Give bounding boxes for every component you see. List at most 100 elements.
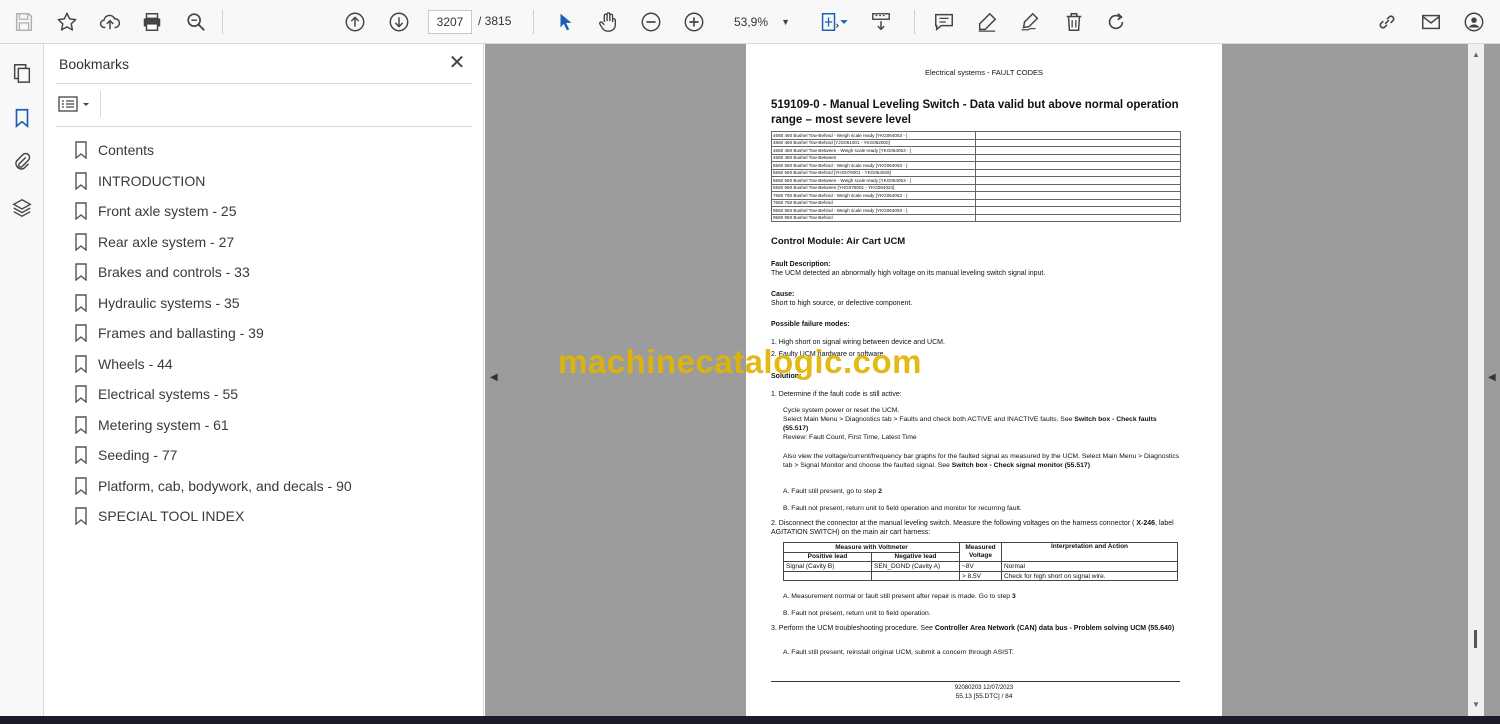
table-row: 4660 460 Bushel Tow-Behind [YJG051001 - … — [771, 138, 1181, 147]
delete-icon[interactable] — [1060, 8, 1088, 36]
solution-text: A. Fault still present, reinstall origin… — [783, 649, 1014, 656]
bookmark-options-button[interactable] — [58, 93, 94, 115]
table-cell: 4660 460 Bushel Tow-Between — [771, 153, 976, 162]
bookmark-icon — [75, 141, 87, 160]
print-icon[interactable] — [138, 8, 166, 36]
table-cell: 9560 950 Bushel Tow-Behind - Weigh scale… — [771, 206, 976, 215]
zoom-in-icon[interactable] — [680, 8, 708, 36]
bookmarks-panel-icon[interactable] — [8, 104, 36, 132]
scroll-mode-icon[interactable] — [867, 8, 895, 36]
previous-page-icon[interactable] — [341, 8, 369, 36]
hand-tool-icon[interactable] — [594, 8, 622, 36]
solution-step: 2. Disconnect the connector at the manua… — [771, 520, 1174, 536]
layers-icon[interactable] — [8, 194, 36, 222]
bookmark-item[interactable]: Metering system - 61 — [74, 410, 352, 441]
cause-label: Cause: — [771, 291, 795, 298]
redo-icon[interactable] — [1102, 8, 1130, 36]
table-cell — [975, 131, 1181, 140]
bookmark-icon — [75, 172, 87, 190]
fault-code-title: 519109-0 - Manual Leveling Switch - Data… — [771, 99, 1179, 126]
scrollbar-thumb[interactable] — [1474, 630, 1477, 648]
table-cell: 9560 950 Bushel Tow-Behind — [771, 213, 976, 222]
solution-text: Select Main Menu > Diagnostics tab > Fau… — [783, 416, 1157, 432]
table-row: 7660 760 Bushel Tow-Behind - Weigh scale… — [771, 191, 1181, 200]
bookmark-item[interactable]: Brakes and controls - 33 — [74, 257, 352, 288]
failure-modes-label: Possible failure modes: — [771, 321, 850, 328]
bookmark-list: Contents INTRODUCTION Front axle system - … — [74, 135, 352, 532]
table-cell — [975, 161, 1181, 170]
bookmark-label: Seeding - 77 — [98, 447, 178, 464]
table-row: 4660 460 Bushel Tow-Between - Weigh scal… — [771, 146, 1181, 155]
table-cell: Check for high short on signal wire. — [1001, 570, 1178, 582]
highlight-pen-icon[interactable] — [973, 8, 1001, 36]
vertical-scrollbar[interactable]: ▲ ▼ — [1468, 44, 1484, 716]
email-icon[interactable] — [1417, 8, 1445, 36]
solution-text: Cycle system power or reset the UCM. — [783, 407, 900, 414]
bookmark-label: Frames and ballasting - 39 — [98, 325, 264, 342]
bookmark-item[interactable]: INTRODUCTION — [74, 166, 352, 197]
collapse-panel-left-icon[interactable]: ◀ — [490, 372, 498, 383]
zoom-level-select[interactable]: 53,9% ▼ — [726, 10, 798, 34]
toolbar-divider — [914, 10, 915, 34]
table-cell: Normal — [1001, 561, 1178, 572]
fit-menu-chevron-icon[interactable] — [838, 8, 850, 36]
collapse-panel-right-icon[interactable]: ◀ — [1488, 372, 1496, 383]
solution-text: B. Fault not present, return unit to fie… — [783, 505, 1022, 512]
table-cell: 7660 760 Bushel Tow-Behind — [771, 198, 976, 207]
table-cell — [975, 138, 1181, 147]
bookmark-item[interactable]: Hydraulic systems - 35 — [74, 288, 352, 319]
bookmark-icon — [75, 416, 87, 434]
share-link-icon[interactable] — [1373, 8, 1401, 36]
bookmark-icon — [75, 324, 87, 343]
page-thumbnails-icon[interactable] — [8, 59, 36, 87]
list-options-icon — [58, 96, 78, 112]
table-cell: Signal (Cavity B) — [783, 561, 872, 572]
cloud-upload-icon[interactable] — [96, 8, 124, 36]
account-icon[interactable] — [1460, 8, 1488, 36]
table-cell — [975, 168, 1181, 177]
bookmark-icon — [75, 263, 87, 282]
table-row: 5560 560 Bushel Tow-Between [YHG076001 -… — [771, 183, 1181, 192]
table-row: 5560 560 Bushel Tow-Behind - Weigh scale… — [771, 161, 1181, 170]
control-module-heading: Control Module: Air Cart UCM — [771, 236, 906, 247]
comment-icon[interactable] — [930, 8, 958, 36]
fault-description-label: Fault Description: — [771, 261, 831, 268]
bookmark-label: Wheels - 44 — [98, 355, 173, 372]
bookmark-item[interactable]: Rear axle system - 27 — [74, 227, 352, 258]
bookmark-item[interactable]: Electrical systems - 55 — [74, 379, 352, 410]
zoom-out-icon[interactable] — [637, 8, 665, 36]
bookmark-item[interactable]: Wheels - 44 — [74, 349, 352, 380]
save-icon[interactable] — [10, 8, 38, 36]
table-row: 4660 460 Bushel Tow-Between — [771, 153, 1181, 162]
star-icon[interactable] — [53, 8, 81, 36]
table-cell — [975, 176, 1181, 185]
table-cell — [975, 146, 1181, 155]
bookmark-item[interactable]: Front axle system - 25 — [74, 196, 352, 227]
table-cell: 5560 560 Bushel Tow-Behind [YHG076001 - … — [771, 168, 976, 177]
scroll-down-icon[interactable]: ▼ — [1472, 700, 1480, 709]
bookmark-item[interactable]: Seeding - 77 — [74, 440, 352, 471]
zoom-search-icon[interactable] — [182, 8, 210, 36]
bookmark-item[interactable]: Frames and ballasting - 39 — [74, 318, 352, 349]
next-page-icon[interactable] — [385, 8, 413, 36]
toolbar: 3207 / 3815 53,9% ▼ — [0, 0, 1500, 44]
bookmark-item[interactable]: Contents — [74, 135, 352, 166]
table-header: Positive lead — [783, 551, 872, 563]
panel-divider — [100, 91, 101, 117]
attachments-icon[interactable] — [8, 148, 36, 176]
solution-step: 3. Perform the UCM troubleshooting proce… — [771, 625, 1175, 632]
bookmark-icon — [75, 507, 87, 526]
select-cursor-icon[interactable] — [552, 8, 580, 36]
page-number-input[interactable]: 3207 — [428, 10, 472, 34]
table-row: 4660 460 Bushel Tow-Behind - Weigh scale… — [771, 131, 1181, 140]
bookmark-item[interactable]: Platform, cab, bodywork, and decals - 90 — [74, 471, 352, 502]
bookmark-icon — [75, 294, 87, 312]
bookmark-item[interactable]: SPECIAL TOOL INDEX — [74, 501, 352, 532]
solution-step: 1. Determine if the fault code is still … — [771, 391, 902, 398]
chevron-down-icon — [83, 103, 89, 106]
scroll-up-icon[interactable]: ▲ — [1472, 50, 1480, 59]
close-icon[interactable]: ✕ — [446, 52, 468, 74]
draw-signature-icon[interactable] — [1016, 8, 1044, 36]
watermark-text: machinecatalogic.com — [558, 343, 922, 380]
voltage-measurement-table: Measure with Voltmeter Measured Voltage I… — [783, 541, 1178, 582]
